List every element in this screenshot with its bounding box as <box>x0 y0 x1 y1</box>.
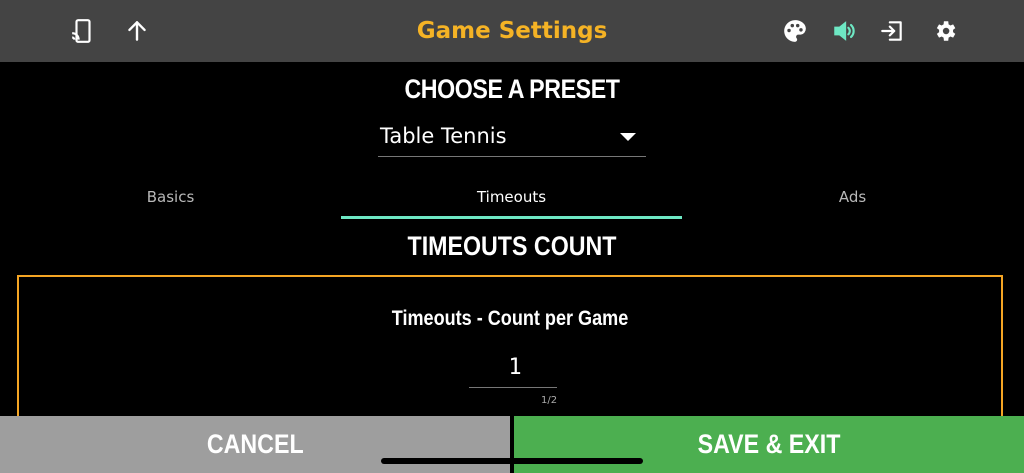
save-exit-button[interactable]: SAVE & EXIT <box>514 416 1024 473</box>
tab-label: Basics <box>146 188 195 206</box>
settings-tabs: Basics Timeouts Ads <box>0 180 1024 220</box>
tab-label: Timeouts <box>476 188 547 206</box>
timeouts-count-input[interactable] <box>469 345 561 389</box>
settings-icon[interactable] <box>929 15 961 47</box>
preset-heading: CHOOSE A PRESET <box>404 74 620 104</box>
section-heading: TIMEOUTS COUNT <box>407 231 617 261</box>
preset-dropdown[interactable]: Table Tennis <box>378 120 646 157</box>
dropdown-caret-icon <box>620 133 636 141</box>
cast-icon[interactable] <box>67 15 99 47</box>
tab-basics[interactable]: Basics <box>0 180 341 220</box>
preset-selected-value: Table Tennis <box>380 124 507 148</box>
top-app-bar: Game Settings <box>0 0 1024 62</box>
save-button-label: SAVE & EXIT <box>697 429 841 459</box>
exit-icon[interactable] <box>876 15 908 47</box>
tab-ads[interactable]: Ads <box>682 180 1023 220</box>
palette-icon[interactable] <box>779 15 811 47</box>
upload-icon[interactable] <box>121 15 153 47</box>
active-tab-indicator <box>341 216 682 219</box>
page-title: Game Settings <box>416 18 608 44</box>
field-label: Timeouts - Count per Game <box>391 307 629 330</box>
cancel-button[interactable]: CANCEL <box>0 416 510 473</box>
home-indicator[interactable] <box>381 458 643 464</box>
volume-icon[interactable] <box>828 15 860 47</box>
tab-label: Ads <box>838 188 867 206</box>
timeouts-count-field[interactable] <box>469 345 561 389</box>
cancel-button-label: CANCEL <box>206 429 304 459</box>
tab-timeouts[interactable]: Timeouts <box>341 180 682 220</box>
character-counter: 1/2 <box>541 395 558 406</box>
